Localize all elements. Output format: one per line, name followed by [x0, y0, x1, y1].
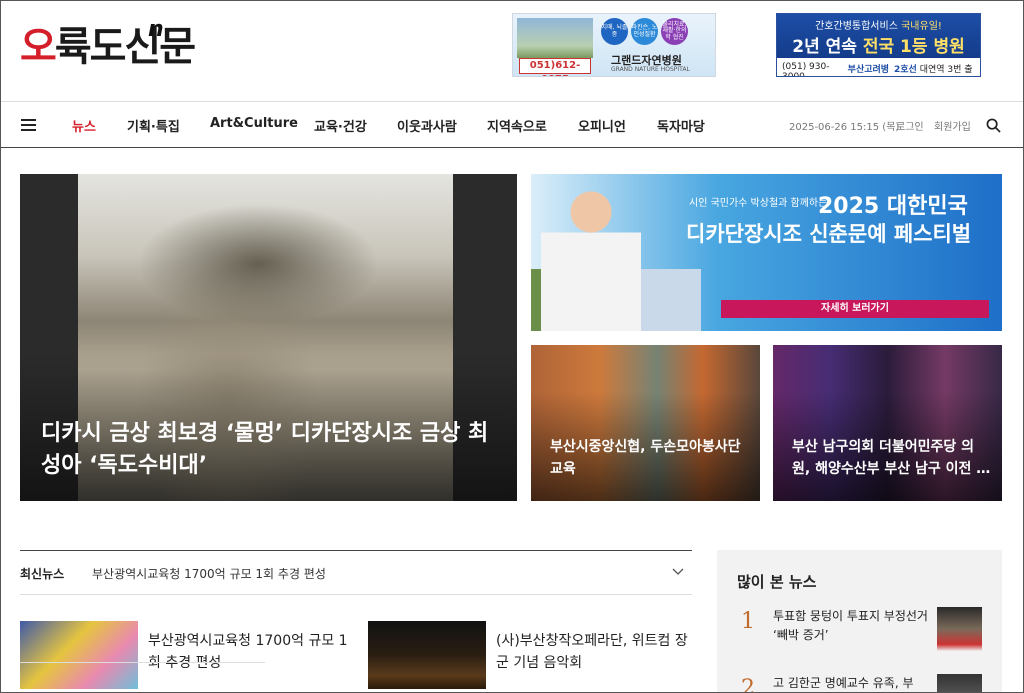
nav-item-news[interactable]: 뉴스	[72, 116, 96, 135]
most-viewed-item[interactable]: 2 고 김한군 명예교수 유족, 부	[737, 674, 982, 693]
ad-hospital-building-image	[517, 18, 593, 58]
login-link[interactable]: 로그인	[896, 118, 924, 133]
most-viewed-thumbnail	[937, 607, 982, 651]
ad2-bottom: (051) 930-3000 부산고려병원 2호선 대연역 3번 출구	[777, 58, 980, 77]
latest-news-headline[interactable]: 부산광역시교육청 1700억 규모 1회 추경 편성	[92, 565, 326, 582]
ad2-address: 2호선 대연역 3번 출구	[894, 65, 973, 75]
most-viewed-panel: 많이 본 뉴스 1 투표함 뭉텅이 투표지 부정선거 ‘빼박 증거’ 2 고 김…	[717, 550, 1002, 693]
logo-superscript: n	[148, 17, 164, 42]
nav-item-opinion[interactable]: 오피니언	[578, 116, 626, 135]
list-item-thumbnail	[368, 621, 486, 689]
most-viewed-item-title: 고 김한군 명예교수 유족, 부	[773, 676, 914, 690]
news-card-title: 부산시중앙신협, 두손모아봉사단 교육	[550, 439, 741, 477]
most-viewed-item[interactable]: 1 투표함 뭉텅이 투표지 부정선거 ‘빼박 증거’	[737, 607, 982, 657]
ad-circle-2: 파킨슨, 노인성질환	[631, 18, 658, 45]
list-item-thumbnail	[20, 621, 138, 689]
hamburger-menu-icon[interactable]	[21, 119, 36, 131]
nav-item-art-culture[interactable]: Art&Culture	[210, 116, 298, 131]
logo-text: 오륙도신문 n	[20, 19, 196, 70]
current-datetime: 2025-06-26 15:15 (목)	[789, 122, 900, 133]
news-card[interactable]: 부산 남구의회 더불어민주당 의원, 해양수산부 부산 남구 이전 촉구	[773, 345, 1002, 501]
ad2-line1: 간호간병통합서비스 국내유일!	[815, 21, 942, 32]
ad-circle-1: 치매, 뇌졸중	[601, 18, 628, 45]
nav-item-neighbors[interactable]: 이웃과사람	[397, 116, 457, 135]
hero-title: 디카시 금상 최보경 ‘물멍’ 디카단장시조 금상 최성아 ‘독도수비대’	[41, 421, 489, 478]
most-viewed-rank: 1	[741, 609, 755, 634]
nav-item-readers[interactable]: 독자마당	[657, 116, 705, 135]
main-nav: 뉴스 기획·특집 Art&Culture 교육·건강 이웃과사람 지역속으로 오…	[0, 101, 1024, 148]
festival-banner[interactable]: 시인 국민가수 박상철과 함께하는 2025 대한민국 디카단장시조 신춘문예 …	[531, 174, 1002, 331]
hero-article[interactable]: 디카시 금상 최보경 ‘물멍’ 디카단장시조 금상 최성아 ‘독도수비대’	[20, 174, 517, 501]
most-viewed-title: 많이 본 뉴스	[737, 573, 817, 591]
list-item-title: (사)부산창작오페라단, 위트컴 장군 기념 음악회	[496, 633, 688, 671]
latest-news-bar: 최신뉴스 부산광역시교육청 1700억 규모 1회 추경 편성	[20, 550, 692, 595]
signup-link[interactable]: 회원가입	[934, 118, 971, 133]
most-viewed-item-title: 투표함 뭉텅이 투표지 부정선거 ‘빼박 증거’	[773, 609, 928, 643]
most-viewed-rank: 2	[741, 676, 755, 693]
ad2-line2: 2년 연속 전국 1등 병원	[792, 37, 965, 57]
list-item-title: 부산광역시교육청 1700억 규모 1회 추경 편성	[148, 633, 348, 671]
list-item[interactable]: (사)부산창작오페라단, 위트컴 장군 기념 음악회	[368, 621, 698, 689]
ad-grand-nature-hospital[interactable]: 치매, 뇌졸중 파킨슨, 노인성질환 물리치료, 재활·한의학 협진 051)6…	[512, 13, 716, 77]
list-item[interactable]: 부산광역시교육청 1700억 규모 1회 추경 편성	[20, 621, 350, 689]
ad2-name: 부산고려병원	[847, 65, 890, 75]
ad2-top: 간호간병통합서비스 국내유일! 2년 연속 전국 1등 병원	[777, 14, 980, 58]
chevron-down-icon[interactable]	[672, 565, 684, 577]
banner-details-button[interactable]: 자세히 보러가기	[721, 300, 989, 318]
nav-item-education-health[interactable]: 교육·건강	[314, 116, 367, 135]
banner-line3: 디카단장시조 신춘문예 페스티벌	[686, 222, 972, 246]
most-viewed-thumbnail	[937, 674, 982, 693]
divider	[20, 662, 265, 663]
ad-hospital-phone: 051)612-0075	[519, 58, 591, 76]
ad-busan-goryeo-hospital[interactable]: 간호간병통합서비스 국내유일! 2년 연속 전국 1등 병원 (051) 930…	[776, 13, 981, 77]
banner-person-image	[541, 182, 641, 331]
news-card-title: 부산 남구의회 더불어민주당 의원, 해양수산부 부산 남구 이전 촉구	[792, 439, 990, 477]
ad-hospital-english: GRAND NATURE HOSPITAL	[611, 66, 690, 73]
nav-item-local[interactable]: 지역속으로	[487, 116, 547, 135]
site-logo[interactable]: 오륙도신문 n	[20, 14, 250, 80]
search-icon[interactable]	[986, 118, 1001, 133]
nav-item-features[interactable]: 기획·특집	[127, 116, 180, 135]
ad-circle-3: 물리치료, 재활·한의학 협진	[661, 18, 688, 45]
ad2-phone: (051) 930-3000	[782, 62, 830, 77]
logo-rest: 륙도신문	[54, 24, 196, 70]
logo-mark: 오	[20, 24, 57, 70]
news-card[interactable]: 부산시중앙신협, 두손모아봉사단 교육	[531, 345, 760, 501]
site-header: 오륙도신문 n 치매, 뇌졸중 파킨슨, 노인성질환 물리치료, 재활·한의학 …	[0, 0, 1024, 101]
banner-line1: 시인 국민가수 박상철과 함께하는	[689, 198, 828, 209]
latest-news-label: 최신뉴스	[20, 567, 65, 581]
banner-line2: 2025 대한민국	[818, 194, 968, 219]
